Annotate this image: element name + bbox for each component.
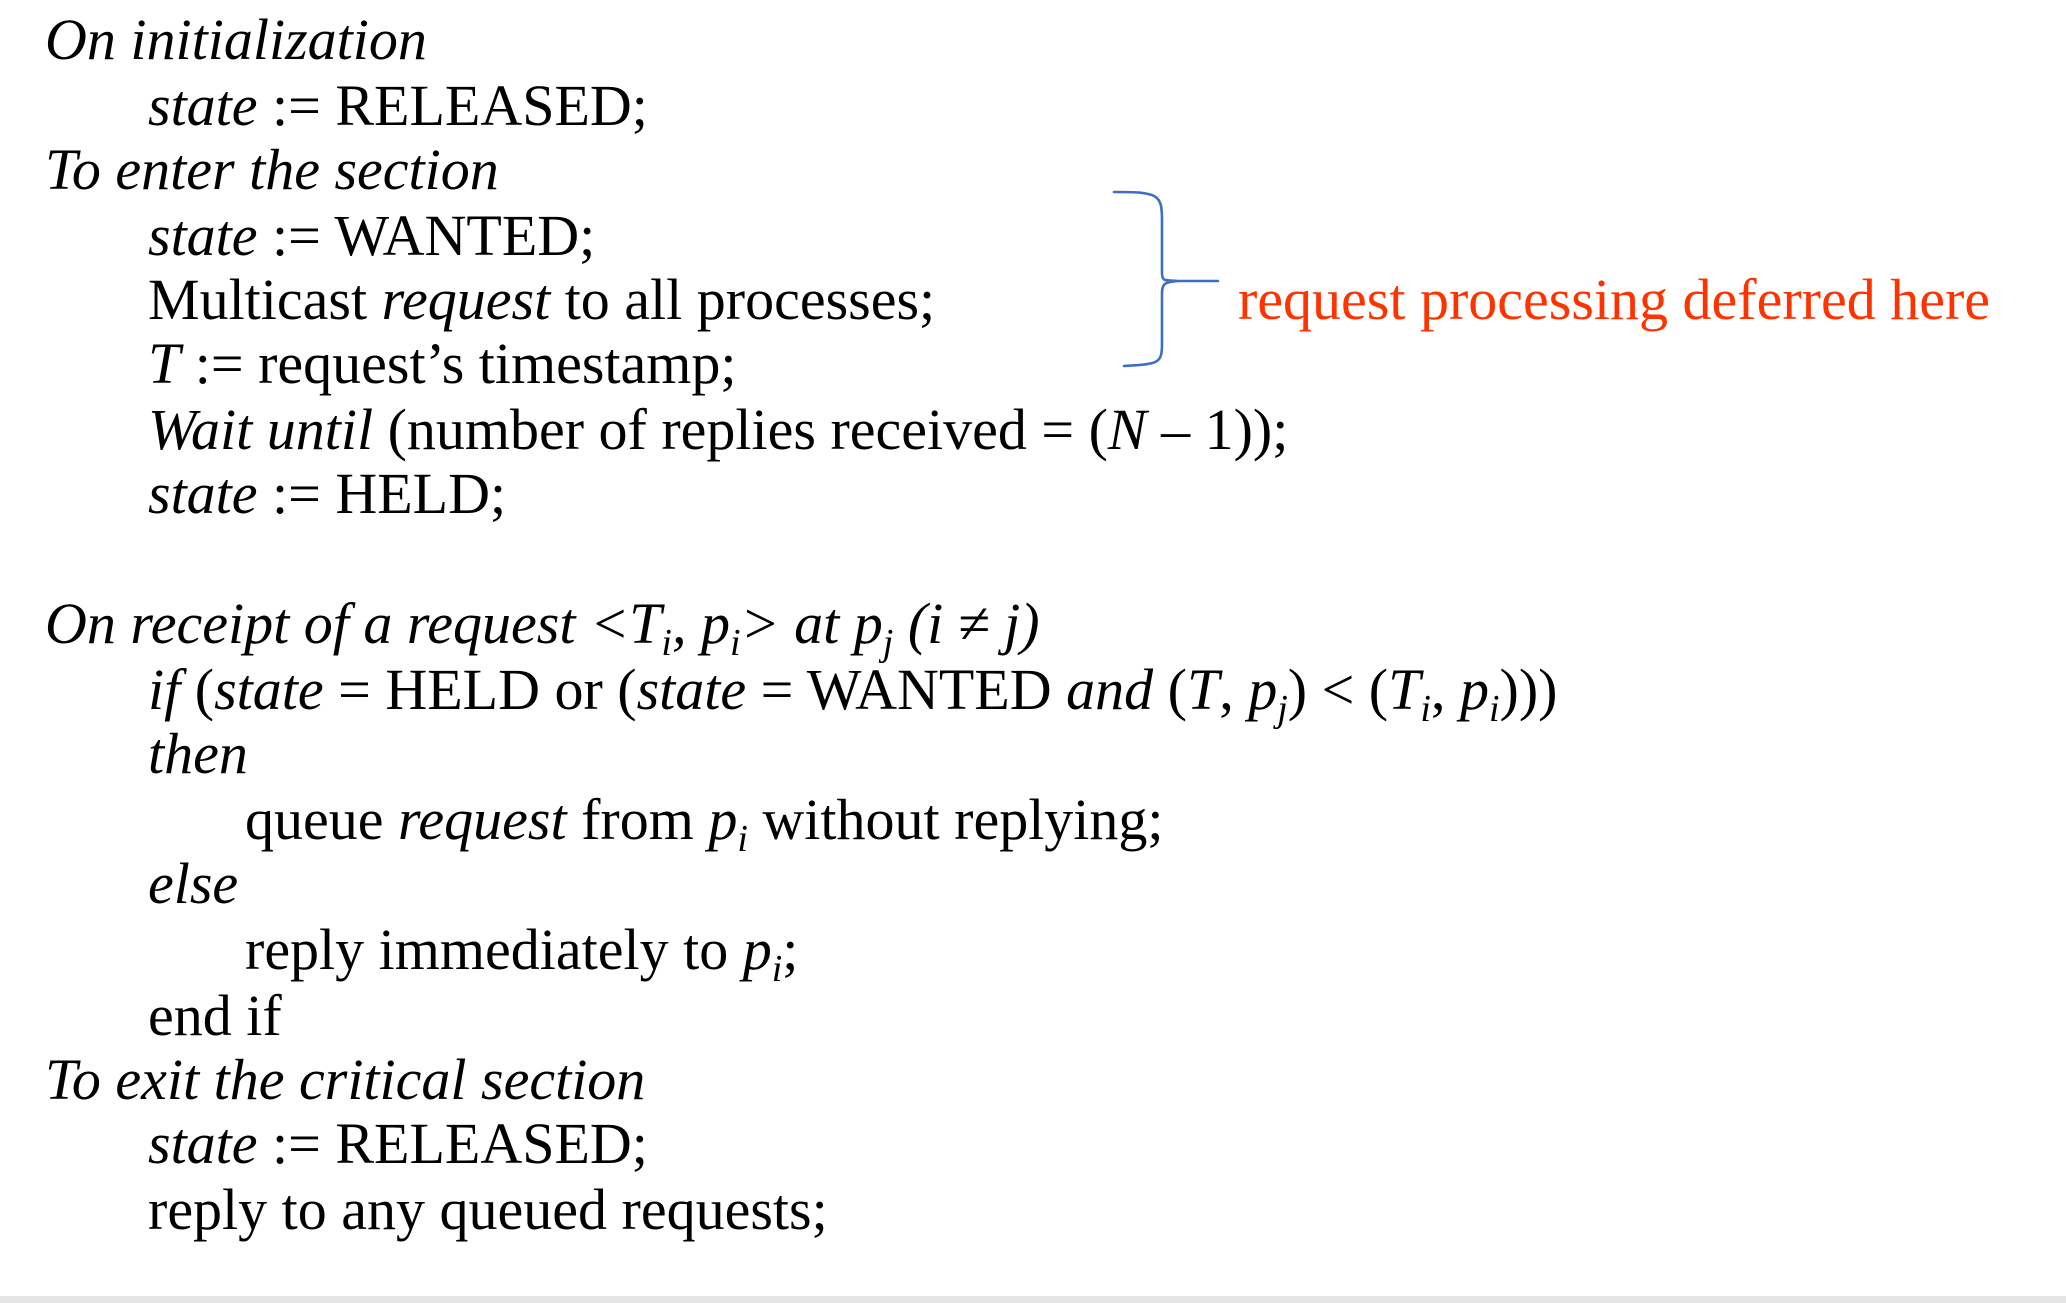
text: = HELD or ( [323,657,637,722]
subscript: i [771,948,783,990]
annotation-request-deferred: request processing deferred here [1238,267,1991,332]
text: T [1186,657,1220,722]
bottom-divider [0,1296,2066,1303]
text: from [566,787,709,852]
text: state [148,1111,258,1176]
text: if [148,657,181,722]
text: (i ≠ j) [893,591,1040,656]
text: then [148,721,248,786]
text: > at p [740,591,883,656]
receipt-else: else [148,852,238,916]
heading-to-enter-section: To enter the section [45,138,499,202]
text: On receipt of a request <T [45,591,662,656]
text: without replying; [747,787,1164,852]
text: state [148,203,258,268]
heading-on-initialization: On initialization [45,8,427,72]
exit-reply-queued: reply to any queued requests; [148,1178,828,1242]
text: T [148,331,181,396]
heading-on-receipt: On receipt of a request <Ti, pi> at pj (… [45,591,1040,663]
enter-timestamp: T := request’s timestamp; [148,332,737,396]
text: ( [1153,657,1187,722]
text: To exit the critical section [45,1047,646,1112]
text: := HELD; [257,461,507,526]
text: queue [245,787,398,852]
enter-state-held: state := HELD; [148,462,506,526]
text: , [1430,657,1460,722]
init-state-released: state := RELEASED; [148,74,648,138]
text: p [708,787,738,852]
brace-path [1112,190,1220,368]
enter-wait-until: Wait until (number of replies received =… [148,398,1288,462]
subscript: j [1277,688,1288,730]
text: ))) [1499,657,1558,722]
algorithm-listing: On initialization state := RELEASED; To … [0,0,2066,1303]
text: to all processes; [550,267,936,332]
subscript: i [1420,688,1431,730]
enter-multicast-request: Multicast request to all processes; [148,268,935,332]
text: ; [782,917,799,982]
text: and [1066,657,1154,722]
text: ( [180,657,215,722]
receipt-if-condition: if (state = HELD or (state = WANTED and … [148,657,1558,729]
text: (number of replies received = ( [373,397,1108,462]
text: := WANTED; [257,203,596,268]
text: := request’s timestamp; [180,331,737,396]
receipt-reply-immediately: reply immediately to pi; [245,917,799,989]
enter-state-wanted: state := WANTED; [148,204,595,268]
text: p [742,917,772,982]
text: reply to any queued requests; [148,1177,828,1242]
text: state [148,461,258,526]
text: Multicast [148,267,382,332]
text: request [381,267,551,332]
text: state [148,73,258,138]
text: ) < ( [1287,657,1389,722]
heading-to-exit-section: To exit the critical section [45,1048,645,1112]
exit-state-released: state := RELEASED; [148,1112,648,1176]
text: N [1107,397,1147,462]
text: reply immediately to [245,917,743,982]
text: , p [671,591,730,656]
text: On initialization [45,7,427,72]
subscript: i [737,818,748,860]
receipt-end-if: end if [148,984,282,1048]
text: p [1248,657,1278,722]
text: state [636,657,747,722]
text: – 1)); [1146,397,1289,462]
text: state [214,657,324,722]
receipt-queue-request: queue request from pi without replying; [245,787,1164,859]
text: end if [148,983,282,1048]
receipt-then: then [148,722,248,786]
text: else [148,851,239,916]
subscript: i [1488,688,1500,730]
text: := RELEASED; [257,1111,648,1176]
text: = WANTED [746,657,1067,722]
text: T [1388,657,1421,722]
text: To enter the section [45,137,499,202]
text: , [1219,657,1249,722]
text: p [1459,657,1489,722]
text: := RELEASED; [257,73,648,138]
text: request [398,787,567,852]
right-brace-icon [1112,190,1220,368]
text: Wait until [148,397,374,462]
